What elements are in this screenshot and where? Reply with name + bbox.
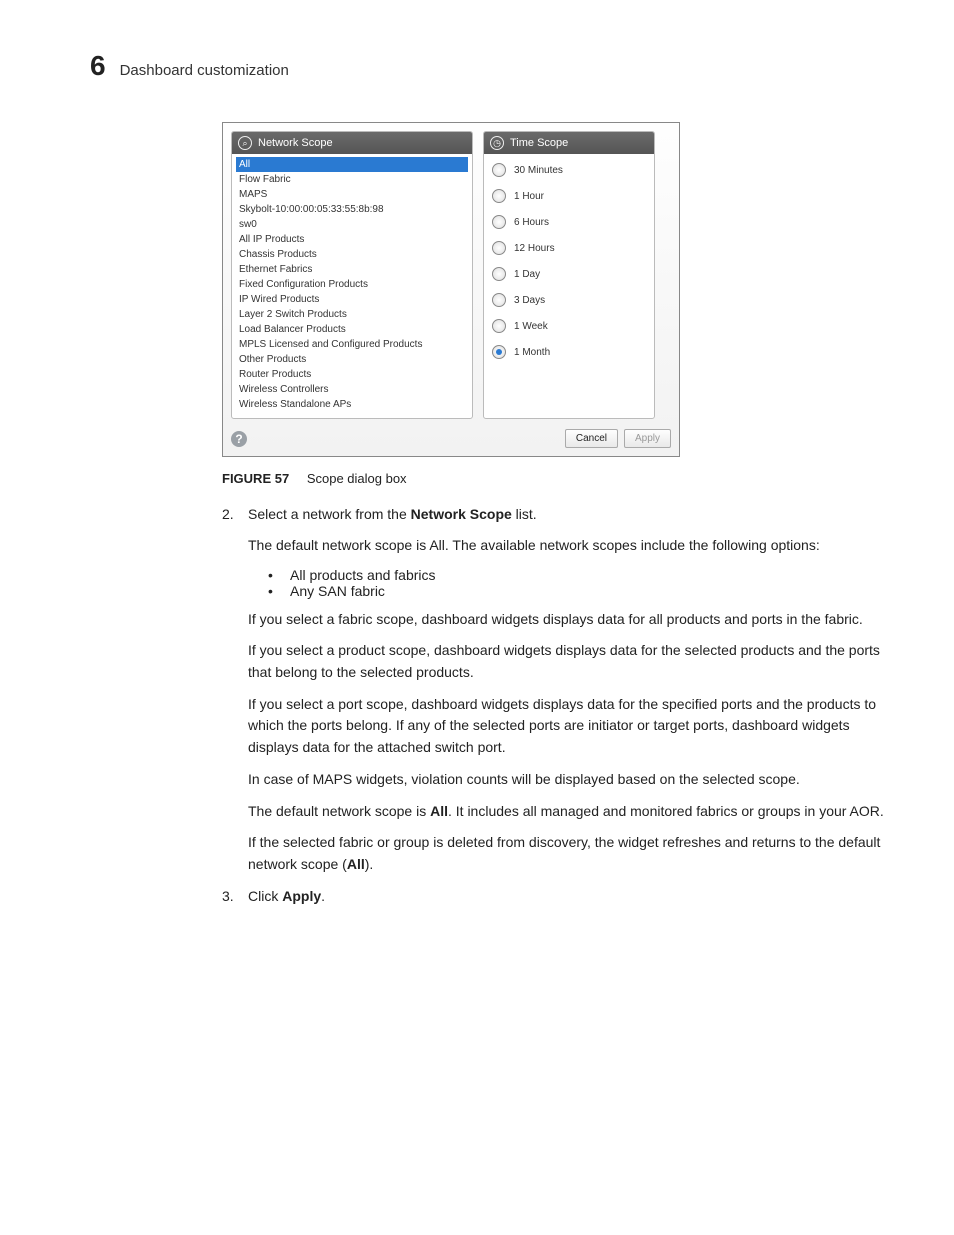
network-scope-item[interactable]: IP Wired Products bbox=[236, 292, 468, 307]
time-scope-label: 1 Month bbox=[514, 347, 550, 358]
network-scope-item[interactable]: Fixed Configuration Products bbox=[236, 277, 468, 292]
time-scope-list: 30 Minutes 1 Hour 6 Hours 12 Hours 1 Day 3 Da… bbox=[484, 154, 654, 371]
step-3-text-c: . bbox=[321, 888, 325, 904]
time-scope-option[interactable]: 12 Hours bbox=[488, 235, 650, 261]
time-scope-option[interactable]: 3 Days bbox=[488, 287, 650, 313]
para-default-all: The default network scope is All. It inc… bbox=[248, 801, 894, 823]
network-scope-item[interactable]: Chassis Products bbox=[236, 247, 468, 262]
step-2-number: 2. bbox=[222, 504, 248, 525]
network-scope-item[interactable]: MAPS bbox=[236, 187, 468, 202]
network-scope-icon: ⌕ bbox=[238, 136, 252, 150]
radio-icon bbox=[492, 215, 506, 229]
radio-icon bbox=[492, 189, 506, 203]
network-scope-item[interactable]: Other Products bbox=[236, 352, 468, 367]
radio-icon bbox=[492, 163, 506, 177]
time-scope-label: 1 Week bbox=[514, 321, 548, 332]
network-scope-list[interactable]: AllFlow FabricMAPSSkybolt-10:00:00:05:33… bbox=[232, 154, 472, 418]
network-scope-item[interactable]: Flow Fabric bbox=[236, 172, 468, 187]
network-scope-item[interactable]: Wireless Standalone APs bbox=[236, 397, 468, 412]
network-scope-title: Network Scope bbox=[258, 137, 333, 149]
radio-icon bbox=[492, 267, 506, 281]
network-scope-item[interactable]: Skybolt-10:00:00:05:33:55:8b:98 bbox=[236, 202, 468, 217]
radio-icon bbox=[492, 345, 506, 359]
time-scope-label: 3 Days bbox=[514, 295, 545, 306]
time-scope-option[interactable]: 1 Hour bbox=[488, 183, 650, 209]
apply-button[interactable]: Apply bbox=[624, 429, 671, 448]
step-3-text-a: Click bbox=[248, 888, 282, 904]
radio-icon bbox=[492, 319, 506, 333]
step-2: 2. Select a network from the Network Sco… bbox=[222, 504, 894, 525]
cancel-button[interactable]: Cancel bbox=[565, 429, 618, 448]
network-scope-item[interactable]: Load Balancer Products bbox=[236, 322, 468, 337]
para-default-scope: The default network scope is All. The av… bbox=[248, 535, 894, 557]
time-scope-label: 1 Hour bbox=[514, 191, 544, 202]
time-scope-label: 12 Hours bbox=[514, 243, 555, 254]
para-maps: In case of MAPS widgets, violation count… bbox=[248, 769, 894, 791]
step-2-text-c: list. bbox=[512, 506, 537, 522]
para-fabric-scope: If you select a fabric scope, dashboard … bbox=[248, 609, 894, 631]
network-scope-panel: ⌕ Network Scope AllFlow FabricMAPSSkybol… bbox=[231, 131, 473, 419]
help-icon[interactable]: ? bbox=[231, 431, 247, 447]
network-scope-item[interactable]: All IP Products bbox=[236, 232, 468, 247]
time-scope-title: Time Scope bbox=[510, 137, 568, 149]
step-3: 3. Click Apply. bbox=[222, 886, 894, 907]
scope-dialog: ⌕ Network Scope AllFlow FabricMAPSSkybol… bbox=[222, 122, 680, 457]
network-scope-item[interactable]: Router Products bbox=[236, 367, 468, 382]
time-scope-option[interactable]: 6 Hours bbox=[488, 209, 650, 235]
chapter-number: 6 bbox=[90, 50, 106, 82]
time-scope-header: ◷ Time Scope bbox=[484, 132, 654, 154]
time-scope-label: 30 Minutes bbox=[514, 165, 563, 176]
bullet-list: All products and fabricsAny SAN fabric bbox=[268, 567, 894, 599]
network-scope-item[interactable]: All bbox=[236, 157, 468, 172]
network-scope-item[interactable]: MPLS Licensed and Configured Products bbox=[236, 337, 468, 352]
figure-text: Scope dialog box bbox=[307, 471, 407, 486]
time-scope-option[interactable]: 30 Minutes bbox=[488, 157, 650, 183]
time-scope-option[interactable]: 1 Day bbox=[488, 261, 650, 287]
figure-caption: FIGURE 57 Scope dialog box bbox=[222, 471, 894, 486]
step-3-bold: Apply bbox=[282, 888, 321, 904]
time-scope-option[interactable]: 1 Month bbox=[488, 339, 650, 365]
para-deleted-fabric: If the selected fabric or group is delet… bbox=[248, 832, 894, 875]
network-scope-header: ⌕ Network Scope bbox=[232, 132, 472, 154]
time-scope-panel: ◷ Time Scope 30 Minutes 1 Hour 6 Hours 12 H… bbox=[483, 131, 655, 419]
time-scope-option[interactable]: 1 Week bbox=[488, 313, 650, 339]
time-scope-label: 1 Day bbox=[514, 269, 540, 280]
step-3-number: 3. bbox=[222, 886, 248, 907]
network-scope-item[interactable]: sw0 bbox=[236, 217, 468, 232]
network-scope-item[interactable]: Ethernet Fabrics bbox=[236, 262, 468, 277]
chapter-title: Dashboard customization bbox=[120, 62, 289, 79]
list-item: Any SAN fabric bbox=[268, 583, 894, 599]
page-header: 6 Dashboard customization bbox=[90, 50, 894, 82]
time-scope-label: 6 Hours bbox=[514, 217, 549, 228]
clock-icon: ◷ bbox=[490, 136, 504, 150]
step-2-bold: Network Scope bbox=[411, 506, 512, 522]
network-scope-item[interactable]: Layer 2 Switch Products bbox=[236, 307, 468, 322]
list-item: All products and fabrics bbox=[268, 567, 894, 583]
network-scope-item[interactable]: Wireless Controllers bbox=[236, 382, 468, 397]
figure-label: FIGURE 57 bbox=[222, 471, 289, 486]
para-product-scope: If you select a product scope, dashboard… bbox=[248, 640, 894, 683]
para-port-scope: If you select a port scope, dashboard wi… bbox=[248, 694, 894, 759]
step-2-text-a: Select a network from the bbox=[248, 506, 411, 522]
radio-icon bbox=[492, 241, 506, 255]
radio-icon bbox=[492, 293, 506, 307]
